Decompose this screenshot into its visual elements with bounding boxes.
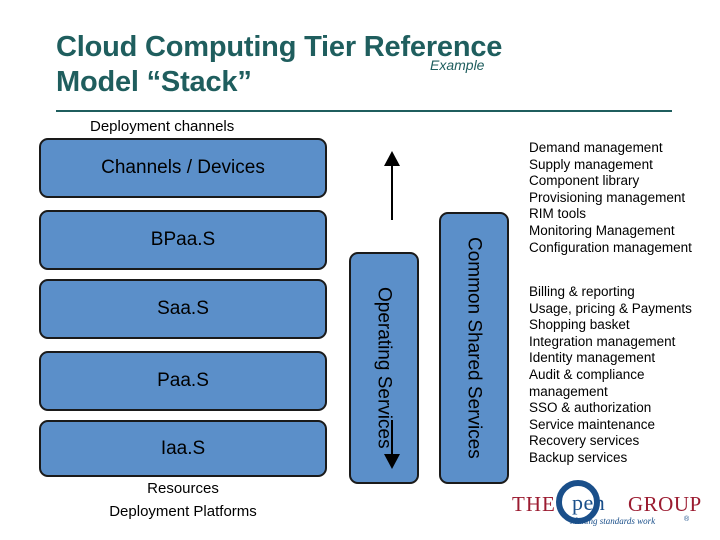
stack-box-channels-devices[interactable]: Channels / Devices bbox=[39, 138, 327, 198]
vertical-box-label: Common Shared Services bbox=[463, 237, 485, 459]
resources-label: Resources bbox=[147, 480, 219, 497]
title-line-1: Cloud Computing Tier Reference bbox=[56, 31, 503, 63]
stack-box-label: Saa.S bbox=[157, 298, 209, 319]
right-text-item: Shopping basket bbox=[529, 317, 630, 333]
right-text-item: Integration management bbox=[529, 333, 676, 349]
right-text-item: Billing & reporting bbox=[529, 284, 635, 299]
stack-box-iaas[interactable]: Iaa.S bbox=[39, 420, 327, 477]
stack-box-saas[interactable]: Saa.S bbox=[39, 279, 327, 339]
right-text-item: SSO & authorization bbox=[529, 400, 652, 416]
logo-the-text: THE bbox=[512, 492, 556, 516]
right-text-item: Configuration management bbox=[529, 239, 692, 255]
right-text-item: Supply management bbox=[529, 156, 653, 172]
right-text-item: Audit & compliance bbox=[529, 366, 645, 382]
open-group-logo: THE pen GROUP Making standards work ® bbox=[512, 480, 702, 532]
stack-box-label: BPaa.S bbox=[150, 229, 216, 250]
title-divider bbox=[56, 110, 672, 112]
logo-tagline: Making standards work bbox=[570, 516, 656, 526]
right-text-item: Usage, pricing & Payments bbox=[529, 300, 692, 316]
right-text-item: Identity management bbox=[529, 350, 656, 366]
right-text-item: RIM tools bbox=[529, 206, 587, 222]
right-text-item: management bbox=[529, 383, 608, 399]
stack-box-bpaas[interactable]: BPaa.S bbox=[39, 210, 327, 270]
right-text-block-2: Billing & reporting Usage, pricing & Pay… bbox=[529, 284, 709, 467]
arrow-up-icon bbox=[384, 151, 400, 220]
right-text-item: Monitoring Management bbox=[529, 222, 675, 238]
right-text-item: Component library bbox=[529, 173, 640, 189]
right-text-block-1: Demand management Supply management Comp… bbox=[529, 140, 709, 256]
logo-registered-mark: ® bbox=[684, 516, 690, 523]
page-title: Cloud Computing Tier Reference Model “St… bbox=[56, 30, 656, 101]
stack-box-label: Paa.S bbox=[157, 370, 209, 391]
right-text-item: Backup services bbox=[529, 449, 628, 465]
deployment-channels-label: Deployment channels bbox=[90, 118, 235, 135]
right-text-item: Service maintenance bbox=[529, 416, 656, 432]
deployment-platforms-label: Deployment Platforms bbox=[109, 503, 257, 520]
right-text-item: Provisioning management bbox=[529, 189, 686, 205]
vertical-box-common-shared-services[interactable]: Common Shared Services bbox=[439, 212, 509, 484]
example-label: Example bbox=[430, 57, 485, 73]
stack-box-paas[interactable]: Paa.S bbox=[39, 351, 327, 411]
stack-box-label: Iaa.S bbox=[160, 437, 206, 459]
logo-group-text: GROUP bbox=[628, 492, 702, 516]
stack-box-label: Channels / Devices bbox=[101, 157, 265, 178]
logo-pen-text: pen bbox=[572, 490, 606, 515]
title-line-2: Model “Stack” bbox=[56, 66, 252, 99]
right-text-item: Demand management bbox=[529, 140, 663, 155]
right-text-item: Recovery services bbox=[529, 433, 640, 449]
arrow-down-icon bbox=[384, 420, 400, 469]
